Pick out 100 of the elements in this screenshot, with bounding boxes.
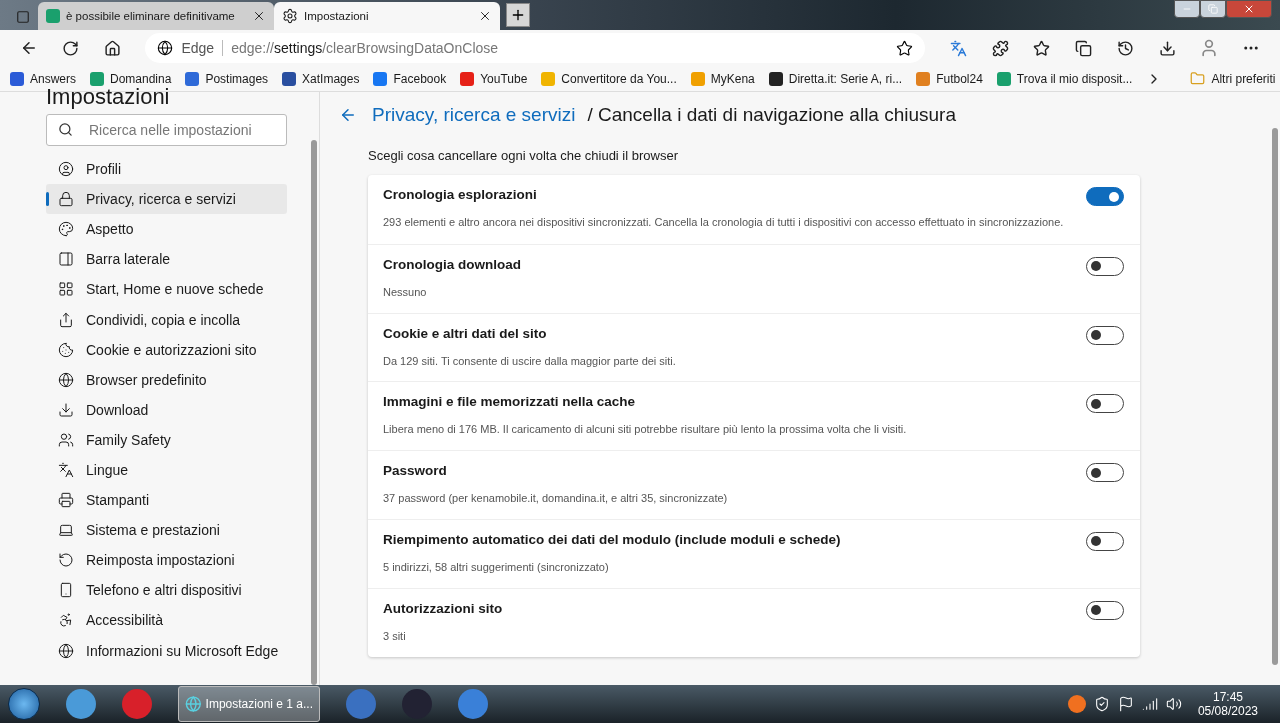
toggle-switch[interactable] (1086, 394, 1124, 414)
favorite-link[interactable]: Answers (10, 71, 76, 86)
favicon (373, 71, 388, 86)
address-brand: Edge (181, 40, 215, 56)
favicon (10, 71, 24, 86)
taskbar-window-button[interactable]: Impostazioni e 1 a... (178, 686, 320, 722)
favorite-link[interactable]: Facebook (373, 71, 447, 86)
favorite-link[interactable]: MyKena (690, 71, 755, 86)
browser-tab[interactable]: è possibile eliminare definitivame (38, 2, 274, 30)
option-detail: 37 password (per kenamobile.it, domandina.it, e altri 35, sincronizzate) (383, 492, 729, 505)
settings-title: Impostazioni (46, 84, 170, 110)
grid-icon (58, 281, 74, 298)
favorite-link[interactable]: XatImages (282, 71, 360, 86)
favicon (185, 71, 200, 86)
option-label: Cronologia download (383, 256, 522, 274)
close-icon (252, 9, 266, 23)
sidebar-item[interactable]: Barra laterale (46, 244, 287, 275)
option-label: Riempimento automatico dei dati del modulo (include moduli e schede) (383, 532, 842, 549)
favorite-link[interactable]: YouTube (460, 71, 528, 86)
translate-icon[interactable] (949, 39, 967, 57)
toggle-switch[interactable] (1086, 532, 1124, 551)
address-bar[interactable]: Edge edge://settings/clearBrowsingDataOnClose (145, 33, 926, 63)
flag-icon (1117, 696, 1134, 712)
star-icon[interactable] (1033, 39, 1051, 57)
sidebar-item[interactable]: Accessibilità (46, 605, 287, 636)
star-plus-icon (896, 39, 914, 57)
clock-time: 17:45 (1212, 690, 1243, 704)
accessibility-icon (58, 612, 74, 629)
other-favorites-link[interactable]: Altri preferiti (1190, 71, 1276, 86)
sidebar-item[interactable]: Profili (46, 154, 287, 185)
toggle-switch[interactable] (1086, 187, 1124, 206)
toggle-switch[interactable] (1086, 325, 1124, 345)
minimize-button[interactable] (1174, 0, 1200, 18)
favorite-link[interactable]: Convertitore da You... (541, 71, 677, 86)
favorite-link[interactable]: Domandina (90, 71, 172, 86)
browser-logo-icon (157, 40, 174, 56)
restore-icon (1208, 4, 1218, 14)
sidebar-item[interactable]: Reimposta impostazioni (46, 545, 287, 576)
history-icon[interactable] (1117, 39, 1135, 57)
search-field[interactable]: Ricerca nelle impostazioni (46, 114, 287, 146)
download-icon (58, 401, 74, 418)
option-detail: 3 siti (383, 629, 407, 642)
favicon (690, 71, 705, 86)
option-label: Cronologia esplorazioni (383, 187, 538, 204)
page-title: / Cancella i dati di navigazione alla chiusura (587, 104, 956, 126)
toggle-switch[interactable] (1086, 463, 1124, 483)
lock-icon (58, 191, 74, 208)
share-icon (58, 311, 74, 328)
restore-button[interactable] (1200, 0, 1226, 18)
globe-icon (58, 642, 74, 659)
sidebar-item[interactable]: Start, Home e nuove schede (46, 274, 287, 305)
new-tab-button[interactable] (506, 3, 530, 27)
favicon (768, 71, 783, 86)
favorite-link[interactable]: Postimages (185, 71, 269, 86)
plus-icon (510, 7, 526, 23)
option-detail: Da 129 siti. Ti consente di uscire dalla maggior parte dei siti. (383, 354, 677, 367)
refresh-icon (62, 39, 80, 57)
option-label: Password (383, 463, 448, 481)
scrollbar[interactable] (1272, 128, 1278, 665)
close-icon (478, 9, 492, 23)
tab-favicon (46, 9, 60, 23)
browser-tab[interactable]: Impostazioni (274, 2, 500, 30)
scrollbar[interactable] (311, 140, 317, 685)
sidebar-item[interactable]: Lingue (46, 454, 287, 486)
puzzle-icon[interactable] (991, 39, 1009, 57)
sidebar-item[interactable]: Browser predefinito (46, 364, 287, 395)
favicon (460, 71, 475, 86)
download-icon[interactable] (1158, 39, 1176, 57)
clock-date: 05/08/2023 (1197, 704, 1258, 718)
sidebar-item[interactable]: Informazioni su Microsoft Edge (46, 635, 287, 666)
sidebar-item[interactable]: Family Safety (46, 424, 287, 455)
sidebar-item[interactable]: Stampanti (46, 485, 287, 516)
search-icon (58, 122, 73, 137)
breadcrumb-link[interactable]: Privacy, ricerca e servizi (372, 104, 576, 126)
language-icon (58, 462, 74, 478)
toggle-switch[interactable] (1086, 256, 1124, 276)
close-icon (1243, 3, 1255, 15)
favorite-link[interactable]: Diretta.it: Serie A, ri... (768, 71, 903, 86)
toggle-switch[interactable] (1086, 600, 1124, 620)
option-label: Cookie e altri dati del sito (383, 325, 548, 343)
square-icon (16, 10, 30, 24)
cookie-icon (58, 341, 74, 358)
sidebar-item[interactable]: Aspetto (46, 214, 287, 245)
sidebar-item[interactable]: Download (46, 394, 287, 425)
sidebar-item[interactable]: Condividi, copia e incolla (46, 304, 287, 335)
favicon (916, 71, 931, 86)
people-icon (58, 431, 74, 448)
favorite-link[interactable]: Futbol24 (916, 71, 983, 86)
option-label: Autorizzazioni sito (383, 600, 504, 618)
option-detail: Nessuno (383, 285, 428, 298)
sidebar-item[interactable]: Telefono e altri dispositivi (46, 575, 287, 606)
sidebar-item[interactable]: Cookie e autorizzazioni sito (46, 334, 287, 365)
sidebar-panel-icon (58, 251, 74, 268)
favicon (996, 71, 1011, 86)
sidebar-item[interactable]: Sistema e prestazioni (46, 515, 287, 546)
favorite-link[interactable]: Trova il mio disposit... (996, 71, 1133, 86)
sidebar-item[interactable]: Privacy, ricerca e servizi (46, 184, 287, 215)
favicon (541, 71, 556, 86)
start-button[interactable] (8, 688, 40, 720)
collections-icon[interactable] (1075, 39, 1093, 57)
